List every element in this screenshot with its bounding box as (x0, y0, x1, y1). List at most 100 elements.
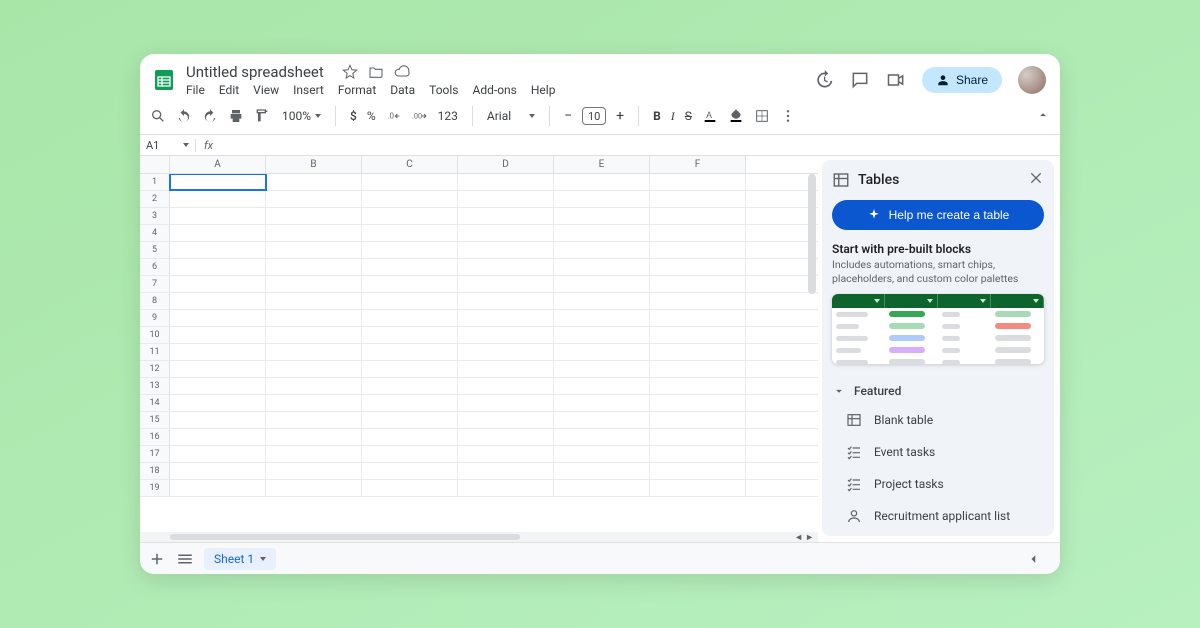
cell[interactable] (362, 259, 458, 275)
all-sheets-icon[interactable] (176, 550, 194, 568)
cell[interactable] (554, 259, 650, 275)
spreadsheet-grid[interactable]: ABCDEF 12345678910111213141516171819 ◄► (140, 156, 818, 542)
row-header[interactable]: 2 (140, 191, 170, 207)
cell[interactable] (362, 344, 458, 360)
row-header[interactable]: 6 (140, 259, 170, 275)
cell[interactable] (650, 191, 746, 207)
cell[interactable] (650, 276, 746, 292)
redo-icon[interactable] (202, 108, 218, 124)
cell[interactable] (266, 395, 362, 411)
bold-button[interactable]: B (653, 109, 661, 123)
row-header[interactable]: 19 (140, 480, 170, 496)
menu-format[interactable]: Format (338, 83, 376, 97)
cell[interactable] (650, 480, 746, 496)
cell[interactable] (170, 463, 266, 479)
currency-format-icon[interactable]: $ (350, 109, 357, 123)
cell[interactable] (266, 412, 362, 428)
cell[interactable] (458, 327, 554, 343)
move-folder-icon[interactable] (368, 64, 384, 80)
cell[interactable] (362, 242, 458, 258)
cell[interactable] (458, 429, 554, 445)
cell[interactable] (362, 174, 458, 190)
cell[interactable] (650, 361, 746, 377)
cell[interactable] (650, 327, 746, 343)
cell[interactable] (266, 378, 362, 394)
cell[interactable] (458, 412, 554, 428)
cell[interactable] (362, 395, 458, 411)
cell[interactable] (362, 310, 458, 326)
menu-data[interactable]: Data (390, 83, 415, 97)
menu-tools[interactable]: Tools (429, 83, 458, 97)
cell[interactable] (362, 191, 458, 207)
menu-help[interactable]: Help (531, 83, 556, 97)
borders-icon[interactable] (754, 108, 770, 124)
cell[interactable] (650, 344, 746, 360)
comments-icon[interactable] (850, 70, 870, 90)
cell[interactable] (266, 361, 362, 377)
column-header[interactable]: C (362, 156, 458, 173)
cell[interactable] (170, 429, 266, 445)
cell[interactable] (170, 344, 266, 360)
cell[interactable] (554, 174, 650, 190)
cell[interactable] (554, 225, 650, 241)
cell[interactable] (650, 446, 746, 462)
cell[interactable] (362, 429, 458, 445)
menu-addons[interactable]: Add-ons (473, 83, 517, 97)
row-header[interactable]: 11 (140, 344, 170, 360)
cell[interactable] (458, 378, 554, 394)
cell[interactable] (266, 327, 362, 343)
cell[interactable] (362, 327, 458, 343)
cell[interactable] (458, 480, 554, 496)
more-formats-button[interactable]: 123 (438, 109, 458, 123)
cell[interactable] (362, 361, 458, 377)
cell[interactable] (458, 395, 554, 411)
cell[interactable] (554, 446, 650, 462)
cell[interactable] (650, 208, 746, 224)
cell[interactable] (266, 293, 362, 309)
scroll-right-icon[interactable]: ► (805, 532, 814, 543)
cell[interactable] (554, 361, 650, 377)
cell[interactable] (362, 378, 458, 394)
cell[interactable] (170, 310, 266, 326)
select-all-corner[interactable] (140, 156, 170, 173)
cell[interactable] (266, 480, 362, 496)
cell[interactable] (554, 276, 650, 292)
row-header[interactable]: 10 (140, 327, 170, 343)
cell[interactable] (650, 225, 746, 241)
decrease-decimal-icon[interactable]: .0 (386, 108, 402, 124)
template-event-tasks[interactable]: Event tasks (832, 436, 1044, 468)
column-header[interactable]: F (650, 156, 746, 173)
cell[interactable] (266, 344, 362, 360)
row-header[interactable]: 12 (140, 361, 170, 377)
cell[interactable] (266, 259, 362, 275)
cell[interactable] (170, 276, 266, 292)
cell[interactable] (554, 293, 650, 309)
cell[interactable] (170, 327, 266, 343)
history-icon[interactable] (814, 70, 834, 90)
scroll-left-icon[interactable]: ◄ (794, 532, 803, 543)
name-box[interactable]: A1 (140, 139, 196, 152)
column-header[interactable]: E (554, 156, 650, 173)
cell[interactable] (170, 191, 266, 207)
row-header[interactable]: 1 (140, 174, 170, 190)
cell[interactable] (266, 208, 362, 224)
cell[interactable] (362, 208, 458, 224)
cell[interactable] (458, 463, 554, 479)
zoom-dropdown[interactable]: 100% (282, 109, 321, 123)
cell[interactable] (458, 446, 554, 462)
row-header[interactable]: 9 (140, 310, 170, 326)
italic-button[interactable]: I (671, 109, 675, 124)
cell[interactable] (458, 225, 554, 241)
cell[interactable] (650, 412, 746, 428)
horizontal-scrollbar-track[interactable]: ◄► (140, 532, 818, 542)
cloud-status-icon[interactable] (394, 64, 410, 80)
row-header[interactable]: 14 (140, 395, 170, 411)
cell[interactable] (362, 276, 458, 292)
print-icon[interactable] (228, 108, 244, 124)
row-header[interactable]: 18 (140, 463, 170, 479)
cell[interactable] (458, 276, 554, 292)
cell[interactable] (170, 395, 266, 411)
cell[interactable] (650, 429, 746, 445)
row-header[interactable]: 3 (140, 208, 170, 224)
cell[interactable] (362, 463, 458, 479)
